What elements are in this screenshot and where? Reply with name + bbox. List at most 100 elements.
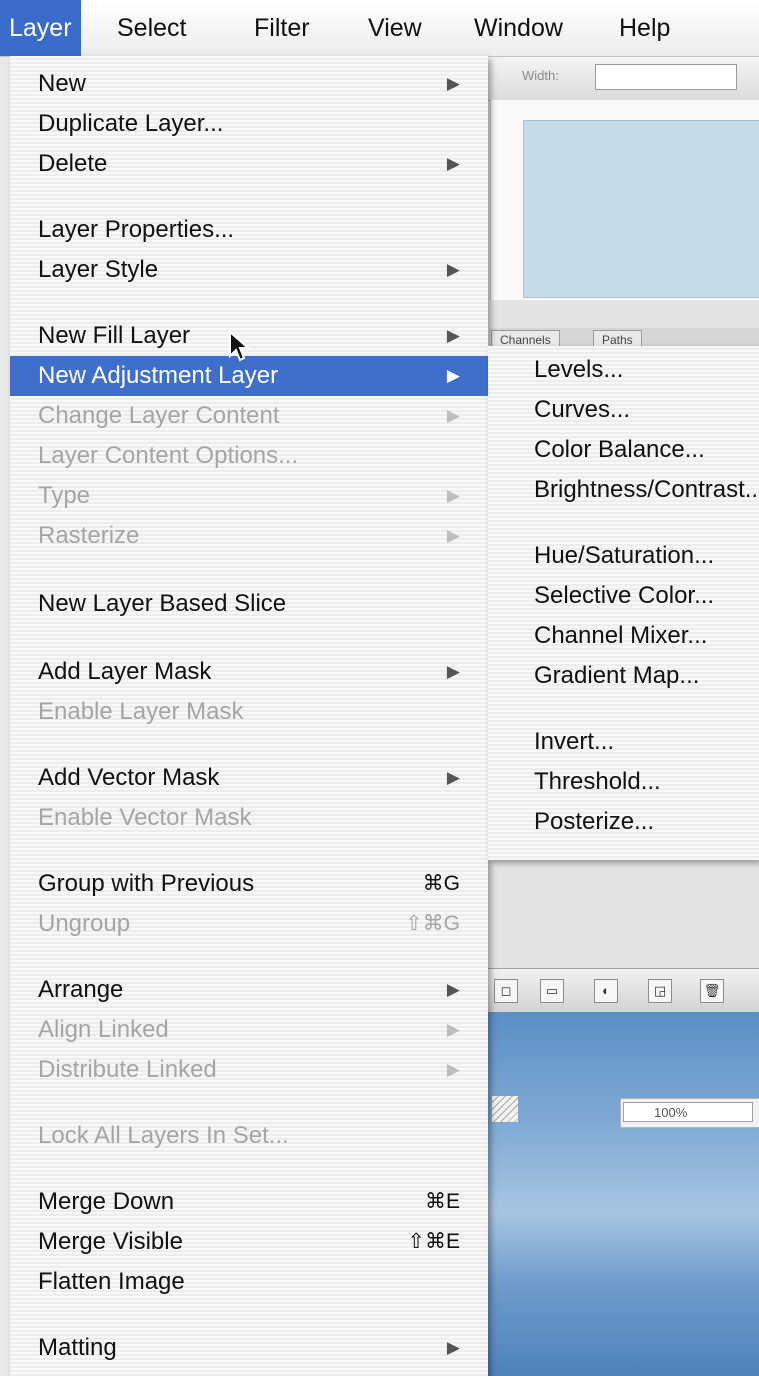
submenu-arrow-icon: ▶: [446, 662, 460, 681]
canvas-preview: [523, 120, 759, 298]
submenu-item-color-balance[interactable]: Color Balance...: [488, 430, 759, 470]
menu-item-flatten-image[interactable]: Flatten Image: [10, 1262, 488, 1302]
menu-item-label: Flatten Image: [38, 1268, 185, 1295]
menu-window[interactable]: Window: [465, 0, 572, 56]
menu-item-label: Ungroup: [38, 910, 131, 937]
menu-item-enable-vector-mask: Enable Vector Mask: [10, 798, 488, 838]
menu-item-rasterize: Rasterize ▶: [10, 516, 488, 556]
menu-item-label: Lock All Layers In Set...: [38, 1122, 289, 1149]
resize-grip-icon[interactable]: [492, 1096, 518, 1122]
menu-item-label: Add Vector Mask: [38, 764, 220, 791]
submenu-item-hue-saturation[interactable]: Hue/Saturation...: [488, 536, 759, 576]
submenu-arrow-icon: ▶: [446, 74, 460, 93]
menu-help[interactable]: Help: [610, 0, 679, 56]
new-layer-icon[interactable]: ◲: [648, 979, 672, 1003]
menu-layer[interactable]: Layer: [0, 0, 81, 56]
adjustment-layer-icon[interactable]: ◐: [594, 979, 618, 1003]
menu-item-align-linked: Align Linked ▶: [10, 1010, 488, 1050]
menu-item-delete[interactable]: Delete ▶: [10, 144, 488, 184]
menu-item-label: Arrange: [38, 976, 124, 1003]
submenu-item-label: Curves...: [534, 396, 631, 423]
submenu-item-label: Brightness/Contrast...: [534, 476, 759, 503]
menu-item-layer-content-options: Layer Content Options...: [10, 436, 488, 476]
new-set-icon[interactable]: ▭: [540, 979, 564, 1003]
menu-item-distribute-linked: Distribute Linked ▶: [10, 1050, 488, 1090]
submenu-item-label: Invert...: [534, 728, 615, 755]
submenu-arrow-icon: ▶: [446, 486, 460, 505]
trash-icon[interactable]: 🗑: [700, 979, 724, 1003]
layer-style-icon[interactable]: ◻: [494, 979, 518, 1003]
menu-item-label: Matting: [38, 1334, 117, 1361]
shortcut-label: ⇧⌘E: [407, 1230, 460, 1253]
submenu-item-posterize[interactable]: Posterize...: [488, 802, 759, 842]
submenu-item-label: Color Balance...: [534, 436, 705, 463]
layer-menu: New ▶ Duplicate Layer... Delete ▶ Layer Prope…: [10, 56, 488, 1376]
menu-item-label: Rasterize: [38, 522, 140, 549]
menu-item-layer-style[interactable]: Layer Style ▶: [10, 250, 488, 290]
menu-item-label: New Adjustment Layer: [38, 362, 279, 389]
submenu-item-selective-color[interactable]: Selective Color...: [488, 576, 759, 616]
submenu-item-invert[interactable]: Invert...: [488, 722, 759, 762]
document-window: [488, 1012, 759, 1376]
menu-filter[interactable]: Filter: [245, 0, 319, 56]
menu-item-type: Type ▶: [10, 476, 488, 516]
menu-item-label: Merge Down: [38, 1188, 175, 1215]
canvas-window: [490, 100, 759, 300]
menu-item-label: Merge Visible: [38, 1228, 183, 1255]
submenu-arrow-icon: ▶: [446, 1020, 460, 1039]
menu-item-label: Enable Layer Mask: [38, 698, 244, 725]
adjustment-layer-submenu: Levels... Curves... Color Balance... Bright…: [488, 346, 759, 860]
submenu-item-label: Threshold...: [534, 768, 661, 795]
submenu-item-levels[interactable]: Levels...: [488, 350, 759, 390]
menu-item-add-layer-mask[interactable]: Add Layer Mask ▶: [10, 652, 488, 692]
submenu-arrow-icon: ▶: [446, 980, 460, 999]
submenu-item-gradient-map[interactable]: Gradient Map...: [488, 656, 759, 696]
width-label: Width:: [522, 68, 559, 83]
zoom-field[interactable]: 100%: [623, 1102, 753, 1122]
menu-view[interactable]: View: [359, 0, 431, 56]
menu-item-arrange[interactable]: Arrange ▶: [10, 970, 488, 1010]
mouse-pointer-icon: [229, 330, 250, 362]
submenu-arrow-icon: ▶: [446, 406, 460, 425]
menu-item-new-adjustment-layer[interactable]: New Adjustment Layer ▶: [10, 356, 488, 396]
menu-item-group-with-previous[interactable]: Group with Previous ⌘G: [10, 864, 488, 904]
submenu-item-label: Hue/Saturation...: [534, 542, 715, 569]
menu-item-matting[interactable]: Matting ▶: [10, 1328, 488, 1368]
menu-item-label: Type: [38, 482, 91, 509]
menu-item-label: Layer Content Options...: [38, 442, 299, 469]
menu-item-merge-visible[interactable]: Merge Visible ⇧⌘E: [10, 1222, 488, 1262]
options-bar: Width:: [470, 56, 759, 101]
submenu-item-label: Gradient Map...: [534, 662, 700, 689]
submenu-item-brightness-contrast[interactable]: Brightness/Contrast...: [488, 470, 759, 510]
submenu-arrow-icon: ▶: [446, 1338, 460, 1357]
menu-item-enable-layer-mask: Enable Layer Mask: [10, 692, 488, 732]
menu-item-label: Distribute Linked: [38, 1056, 217, 1083]
menu-select[interactable]: Select: [108, 0, 195, 56]
menu-item-label: New: [38, 70, 87, 97]
shortcut-label: ⌘G: [422, 872, 460, 895]
menu-item-ungroup: Ungroup ⇧⌘G: [10, 904, 488, 944]
menu-bar: Layer Select Filter View Window Help: [0, 0, 759, 57]
submenu-item-label: Channel Mixer...: [534, 622, 708, 649]
menu-item-new[interactable]: New ▶: [10, 64, 488, 104]
menu-item-label: New Layer Based Slice: [38, 590, 287, 617]
shortcut-label: ⌘E: [424, 1190, 460, 1213]
submenu-item-curves[interactable]: Curves...: [488, 390, 759, 430]
submenu-item-channel-mixer[interactable]: Channel Mixer...: [488, 616, 759, 656]
menu-item-merge-down[interactable]: Merge Down ⌘E: [10, 1182, 488, 1222]
menu-item-label: Layer Properties...: [38, 216, 235, 243]
status-bar: 100%: [620, 1098, 759, 1128]
menu-item-label: Duplicate Layer...: [38, 110, 224, 137]
shortcut-label: ⇧⌘G: [405, 912, 460, 935]
menu-item-label: Add Layer Mask: [38, 658, 212, 685]
width-field[interactable]: [595, 64, 737, 90]
menu-item-add-vector-mask[interactable]: Add Vector Mask ▶: [10, 758, 488, 798]
menu-item-layer-properties[interactable]: Layer Properties...: [10, 210, 488, 250]
menu-item-change-layer-content: Change Layer Content ▶: [10, 396, 488, 436]
menu-item-label: Layer Style: [38, 256, 159, 283]
submenu-item-threshold[interactable]: Threshold...: [488, 762, 759, 802]
menu-item-duplicate-layer[interactable]: Duplicate Layer...: [10, 104, 488, 144]
submenu-arrow-icon: ▶: [446, 154, 460, 173]
palette-button-bar: ◻ ▭ ◐ ◲ 🗑: [488, 968, 759, 1013]
menu-item-new-layer-based-slice[interactable]: New Layer Based Slice: [10, 584, 488, 624]
